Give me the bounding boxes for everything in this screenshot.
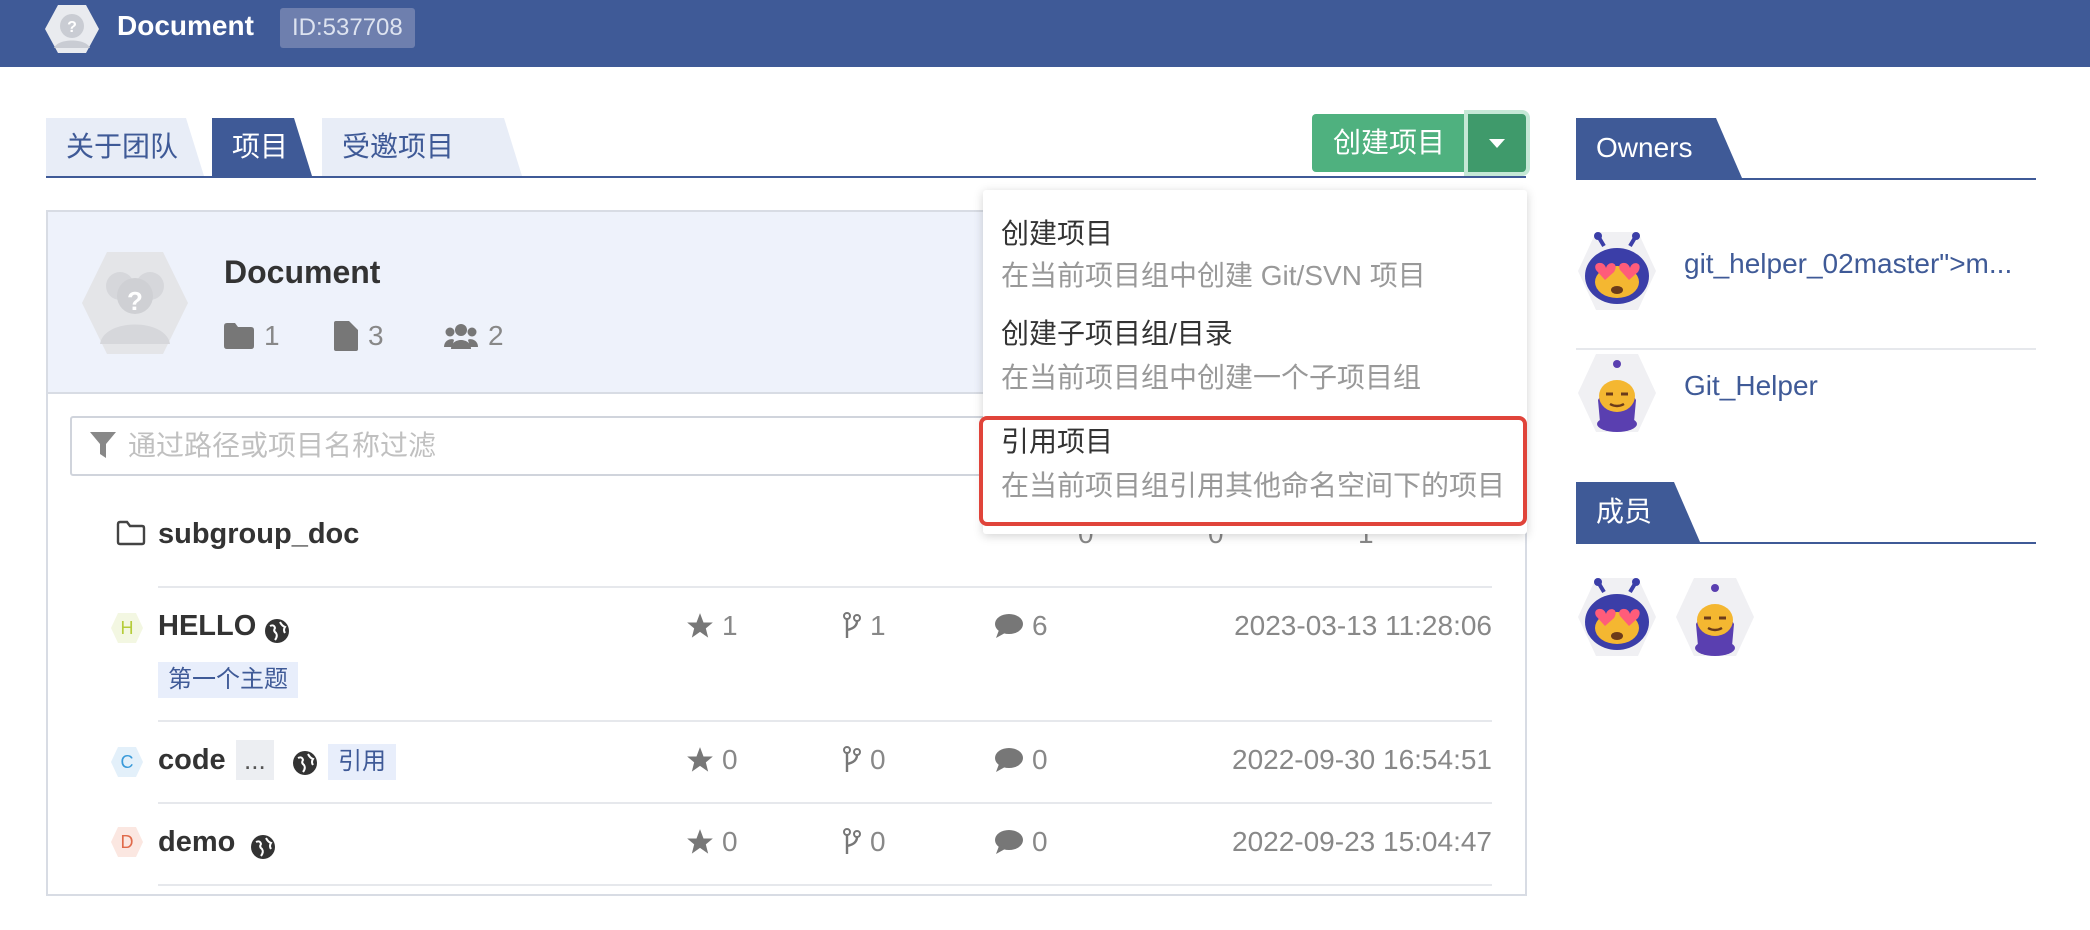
owner-name[interactable]: Git_Helper: [1684, 370, 2036, 402]
group-name: Document: [224, 254, 381, 290]
fork-count[interactable]: 0: [842, 826, 886, 858]
create-project-button[interactable]: 创建项目: [1312, 114, 1466, 172]
menu-item-create-project[interactable]: 创建项目 在当前项目组中创建 Git/SVN 项目: [983, 190, 1527, 298]
star-icon: [687, 747, 713, 772]
create-dropdown-menu: 创建项目 在当前项目组中创建 Git/SVN 项目 创建子项目组/目录 在当前项…: [979, 190, 1527, 534]
users-icon: [444, 324, 478, 349]
project-count: 3: [334, 320, 384, 352]
menu-item-title: 创建项目: [1001, 218, 1114, 249]
group-avatar-icon: ?: [82, 252, 188, 354]
filter-box[interactable]: [70, 416, 1070, 476]
star-icon: [687, 613, 713, 638]
updated-date: 2023-03-13 11:28:06: [1234, 610, 1492, 641]
comment-icon: [995, 614, 1023, 638]
public-globe-icon: [293, 751, 317, 775]
star-icon: [687, 829, 713, 854]
comment-count-value: 0: [1032, 826, 1048, 857]
comment-count-value: 0: [1032, 744, 1048, 775]
topic-tag[interactable]: 第一个主题: [158, 662, 298, 698]
project-name[interactable]: demo: [158, 826, 235, 859]
create-dropdown-toggle[interactable]: [1468, 114, 1526, 172]
svg-text:?: ?: [67, 19, 77, 36]
updated-date: 2022-09-30 16:54:51: [1232, 744, 1492, 775]
project-name[interactable]: code: [158, 744, 226, 777]
subgroup-name[interactable]: subgroup_doc: [158, 518, 359, 551]
project-initial: H: [120, 618, 134, 638]
member-avatar-icon[interactable]: [1674, 576, 1756, 658]
project-initial: D: [120, 832, 134, 852]
owner-item[interactable]: Git_Helper: [1576, 352, 2036, 472]
filter-input[interactable]: [128, 430, 1028, 462]
svg-text:?: ?: [127, 286, 143, 316]
project-row-demo[interactable]: D demo 0 0 0 2022-09-23 15:04:47: [111, 804, 1492, 886]
star-count[interactable]: 0: [686, 826, 738, 858]
project-avatar: H: [110, 612, 144, 644]
menu-item-desc: 在当前项目组中创建 Git/SVN 项目: [1001, 260, 1426, 291]
public-globe-icon: [251, 835, 275, 859]
public-globe-icon: [265, 619, 289, 643]
tab-label: 关于团队: [66, 131, 179, 162]
fork-count-value: 0: [870, 744, 886, 775]
fork-count[interactable]: 0: [842, 744, 886, 776]
star-count-value: 0: [722, 826, 738, 857]
fork-icon: [843, 612, 861, 638]
project-name[interactable]: HELLO: [158, 610, 256, 643]
team-logo-icon[interactable]: ?: [44, 4, 100, 54]
menu-item-title: 创建子项目组/目录: [1001, 318, 1233, 349]
members-header: 成员: [1576, 482, 2036, 544]
star-count[interactable]: 1: [686, 610, 738, 642]
fork-icon: [843, 828, 861, 854]
comment-count-value: 6: [1032, 610, 1048, 641]
owner-item[interactable]: git_helper_02master">m...: [1576, 230, 2036, 350]
fork-icon: [843, 746, 861, 772]
owner-name[interactable]: git_helper_02master">m...: [1684, 248, 2036, 280]
folder-icon: [224, 323, 254, 349]
members-title: 成员: [1596, 496, 1653, 527]
tab-label: 受邀项目: [342, 131, 455, 162]
fork-count-value: 0: [870, 826, 886, 857]
path-ellipsis[interactable]: ...: [236, 740, 274, 780]
member-count: 2: [444, 320, 504, 352]
highlight-box: [979, 416, 1527, 526]
filter-icon: [90, 432, 116, 458]
tab-bar: 关于团队 项目 受邀项目: [46, 118, 1526, 178]
owner-avatar-icon[interactable]: [1576, 230, 1658, 312]
owner-avatar-icon[interactable]: [1576, 352, 1658, 434]
owners-title: Owners: [1596, 132, 1693, 163]
tab-projects[interactable]: 项目: [212, 118, 312, 176]
top-bar: ? Document ID:537708: [0, 0, 2090, 67]
subgroup-count: 1: [224, 320, 280, 352]
comment-icon: [995, 748, 1023, 772]
project-avatar: D: [110, 826, 144, 858]
comment-count[interactable]: 0: [994, 744, 1048, 776]
app-title[interactable]: Document: [117, 10, 254, 42]
reference-tag: 引用: [328, 744, 396, 780]
project-avatar: C: [110, 746, 144, 778]
project-count-value: 3: [368, 320, 384, 351]
file-icon: [334, 321, 358, 351]
project-initial: C: [120, 752, 134, 772]
comment-count[interactable]: 6: [994, 610, 1048, 642]
comment-icon: [995, 830, 1023, 854]
comment-count[interactable]: 0: [994, 826, 1048, 858]
updated-date: 2022-09-23 15:04:47: [1232, 826, 1492, 857]
star-count-value: 1: [722, 610, 738, 641]
project-row-code[interactable]: C code ... 引用 0 0 0 2022-09-30 16:54:51: [111, 722, 1492, 804]
id-badge: ID:537708: [280, 8, 415, 48]
fork-count[interactable]: 1: [842, 610, 886, 642]
owners-header: Owners: [1576, 118, 2036, 180]
member-avatar-icon[interactable]: [1576, 576, 1658, 658]
folder-outline-icon: [116, 520, 146, 546]
star-count-value: 0: [722, 744, 738, 775]
menu-item-create-subgroup[interactable]: 创建子项目组/目录 在当前项目组中创建一个子项目组: [983, 298, 1527, 406]
project-row-hello[interactable]: H HELLO 1 1 6 2023-03-13 11:28:06 第一个主题: [111, 588, 1492, 722]
tab-about-team[interactable]: 关于团队: [46, 118, 204, 176]
member-count-value: 2: [488, 320, 504, 351]
tab-label: 项目: [232, 131, 289, 162]
subgroup-count-value: 1: [264, 320, 280, 351]
menu-item-desc: 在当前项目组中创建一个子项目组: [1001, 362, 1422, 393]
star-count[interactable]: 0: [686, 744, 738, 776]
fork-count-value: 1: [870, 610, 886, 641]
tab-invited-projects[interactable]: 受邀项目: [322, 118, 522, 176]
